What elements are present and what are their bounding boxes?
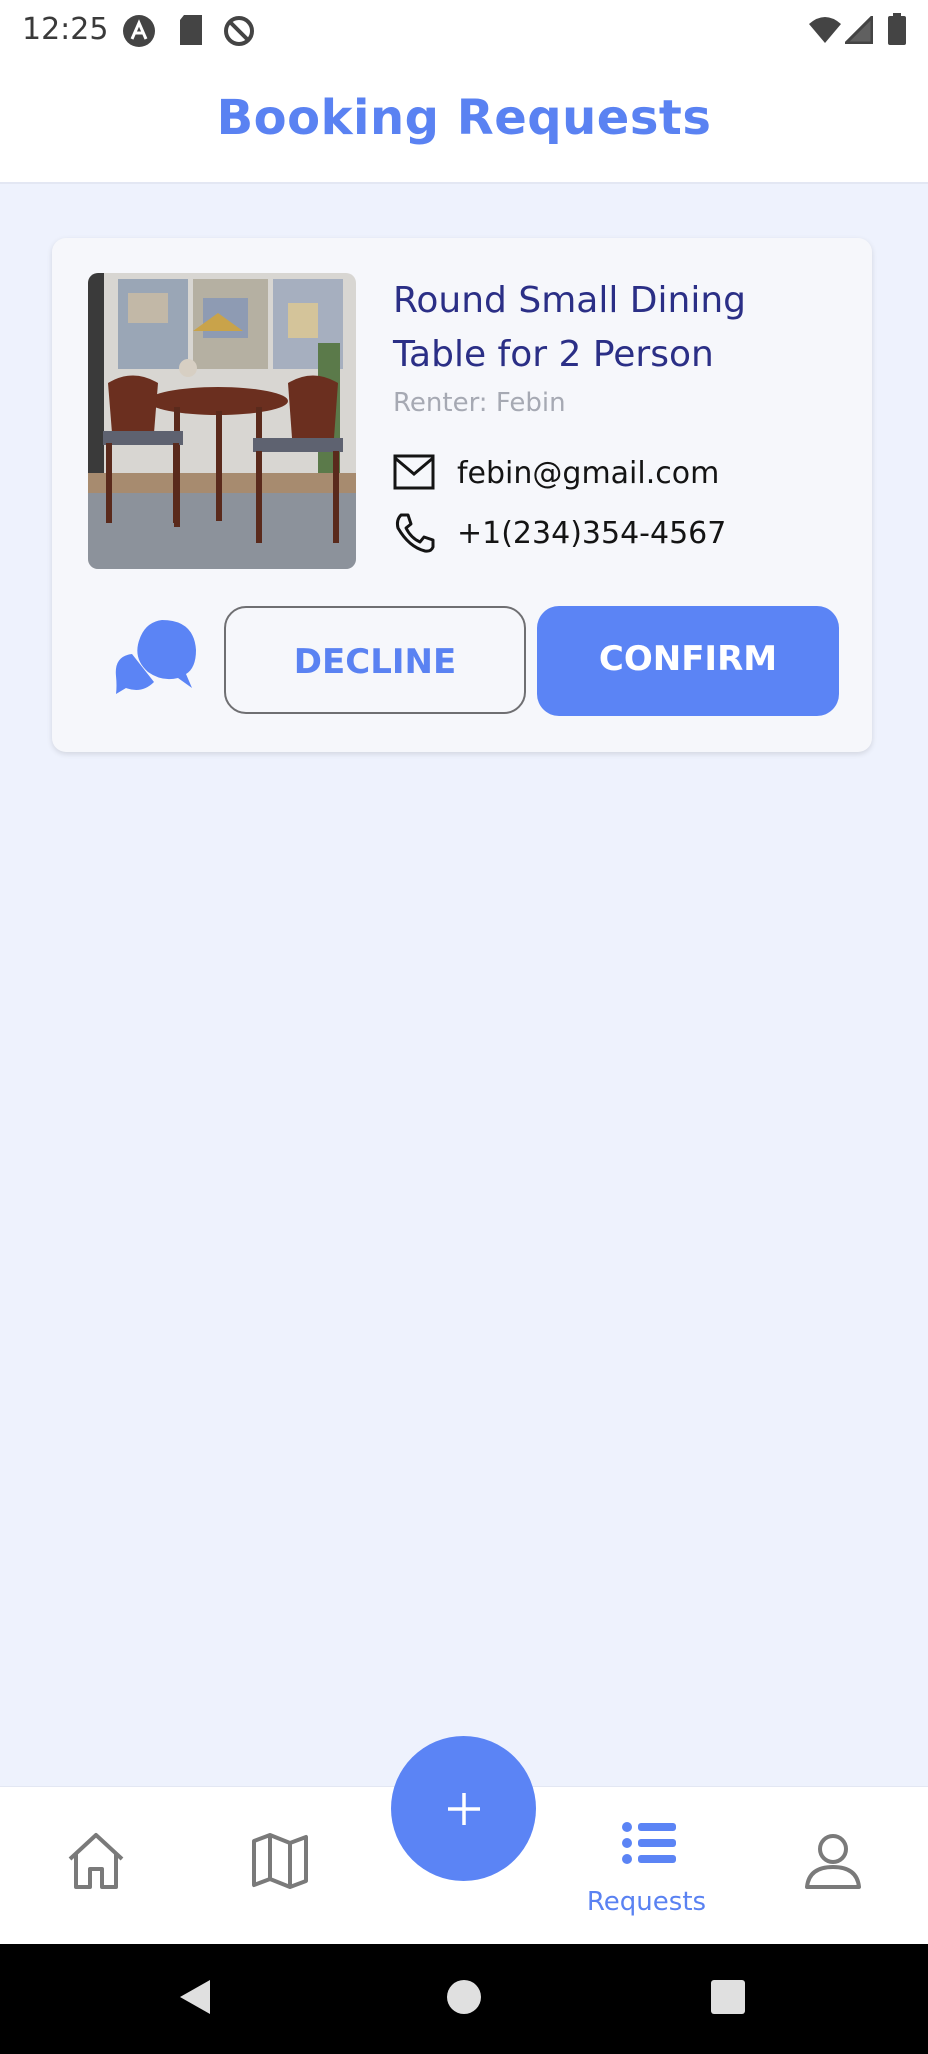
signal-icon [842, 13, 874, 48]
recents-icon[interactable] [710, 1979, 746, 2019]
battery-icon [888, 13, 906, 49]
sd-card-icon [178, 14, 204, 50]
mail-icon [393, 454, 435, 494]
booking-card: Round Small Dining Table for 2 Person Re… [52, 238, 872, 752]
nav-item-map[interactable] [187, 1787, 372, 1945]
app-header: Booking Requests [0, 60, 928, 184]
email-text[interactable]: febin@gmail.com [457, 456, 719, 491]
phone-text[interactable]: +1(234)354-4567 [457, 516, 726, 551]
phone-icon [393, 512, 435, 558]
status-time: 12:25 [22, 12, 109, 47]
do-not-disturb-icon [222, 14, 256, 52]
status-bar: 12:25 [0, 0, 928, 60]
page-title: Booking Requests [216, 90, 712, 146]
back-icon[interactable] [178, 1978, 212, 2020]
assistant-icon [122, 14, 156, 52]
decline-button[interactable]: DECLINE [224, 606, 526, 714]
home-circle-icon[interactable] [446, 1979, 482, 2019]
plus-icon [446, 1791, 482, 1831]
home-icon [66, 1831, 126, 1895]
item-title: Round Small Dining Table for 2 Person [393, 280, 746, 375]
add-listing-button[interactable] [391, 1736, 536, 1881]
nav-label-requests: Requests [586, 1887, 707, 1917]
confirm-button[interactable]: CONFIRM [537, 606, 839, 716]
dining-table-photo [88, 273, 356, 569]
chat-bubbles-icon [112, 620, 202, 710]
nav-item-home[interactable] [3, 1787, 188, 1945]
chat-button[interactable] [112, 616, 202, 706]
list-icon [622, 1821, 676, 1869]
nav-item-profile[interactable] [739, 1787, 924, 1945]
renter-name: Renter: Febin [393, 388, 566, 418]
system-nav-bar [0, 1944, 928, 2054]
nav-item-requests[interactable]: Requests [554, 1787, 739, 1945]
wifi-icon [808, 16, 842, 48]
map-icon [250, 1831, 310, 1895]
profile-icon [803, 1831, 863, 1895]
